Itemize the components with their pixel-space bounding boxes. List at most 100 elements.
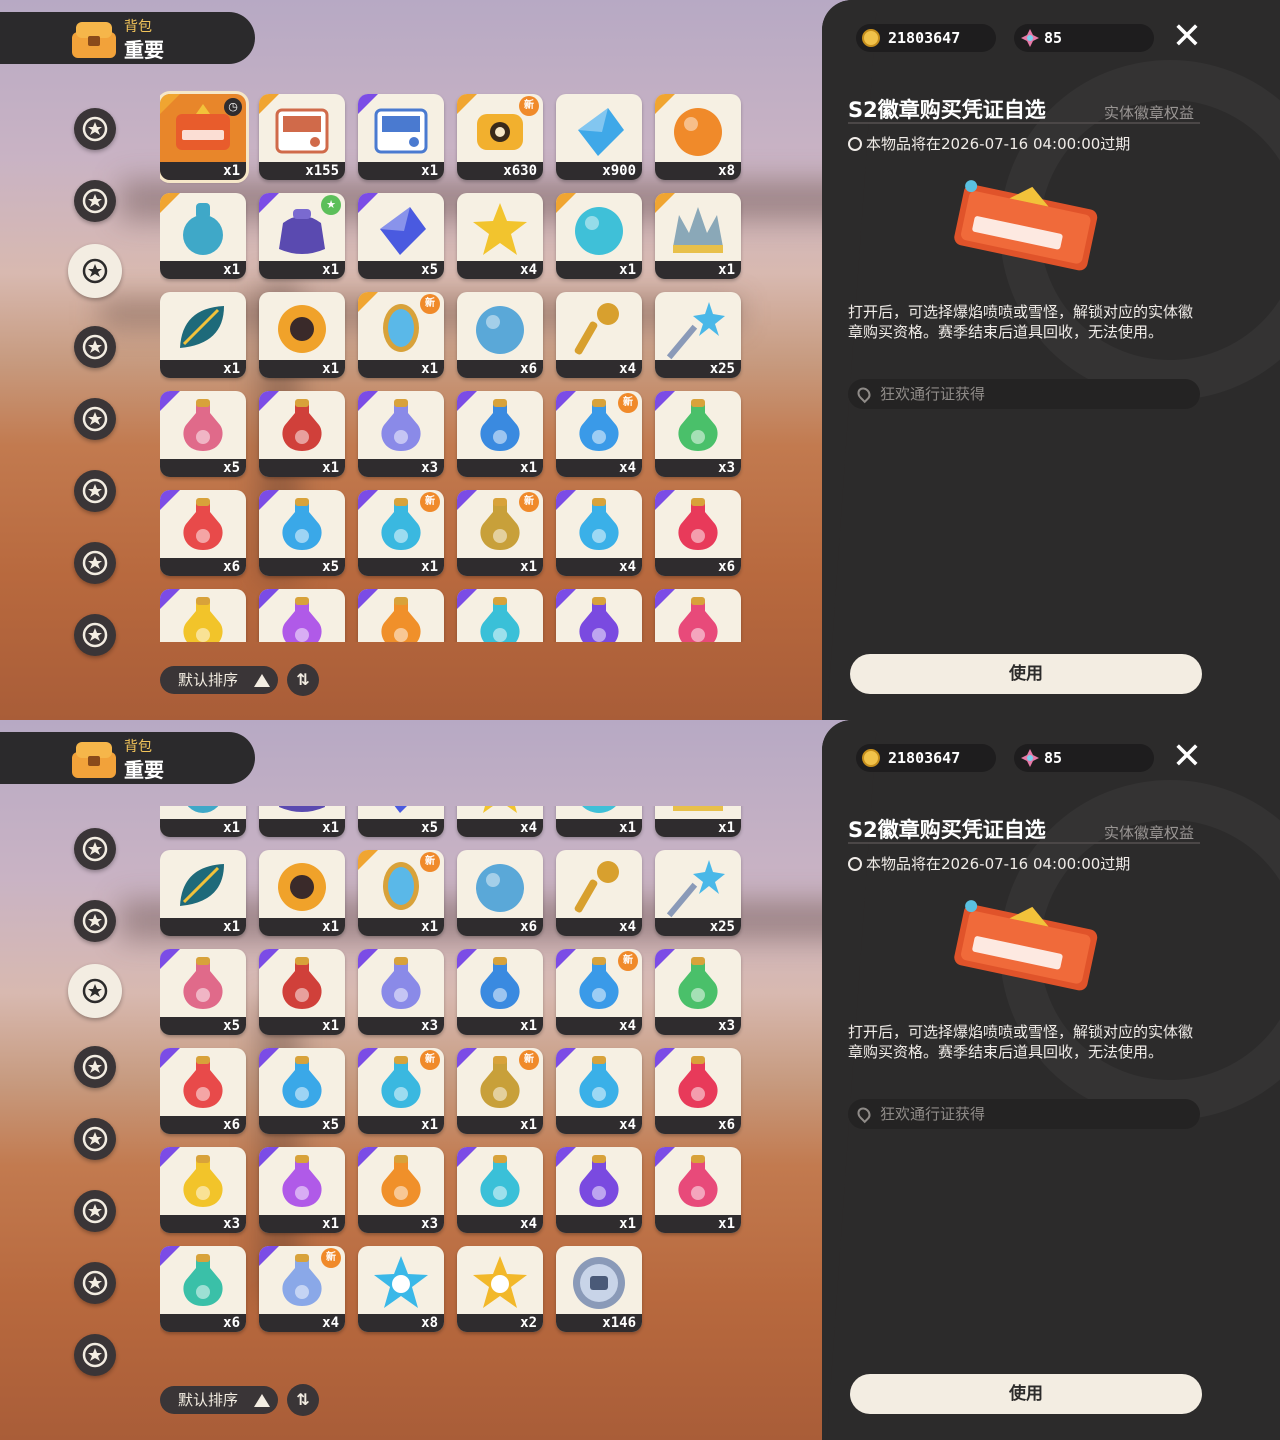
category-tab-acorn[interactable] — [74, 1262, 116, 1304]
item-slot[interactable]: x25 — [655, 850, 741, 936]
category-tab-sofa[interactable] — [74, 614, 116, 656]
item-slot[interactable]: x4 — [556, 490, 642, 576]
item-slot[interactable]: x3 — [358, 589, 444, 642]
item-slot[interactable]: x1 — [259, 850, 345, 936]
item-slot[interactable]: 新 x1 — [358, 850, 444, 936]
item-slot[interactable]: x1 — [160, 850, 246, 936]
item-slot[interactable]: x5 — [358, 806, 444, 837]
item-slot[interactable]: x155 — [259, 94, 345, 180]
item-slot[interactable]: x1 — [655, 1147, 741, 1233]
item-slot[interactable]: x5 — [358, 193, 444, 279]
item-slot[interactable]: 新 x1 — [358, 490, 444, 576]
item-slot[interactable]: x6 — [655, 490, 741, 576]
sort-dropdown[interactable]: 默认排序 — [160, 666, 278, 694]
potion-icon — [579, 1155, 619, 1207]
category-tab-star-badge[interactable] — [74, 108, 116, 150]
category-tab-dots-ball[interactable] — [74, 470, 116, 512]
category-tab-clover[interactable] — [74, 326, 116, 368]
item-slot[interactable]: 新 x1 — [358, 292, 444, 378]
item-slot[interactable]: x1 — [358, 94, 444, 180]
item-slot[interactable]: x6 — [160, 1048, 246, 1134]
item-slot[interactable]: 新 x630 — [457, 94, 543, 180]
item-slot[interactable]: x3 — [358, 1147, 444, 1233]
vase-icon — [183, 203, 223, 255]
item-slot[interactable]: 新 x4 — [556, 391, 642, 477]
item-slot[interactable]: 新 x1 — [457, 1048, 543, 1134]
item-slot[interactable]: x5 — [259, 490, 345, 576]
item-slot[interactable]: x1 — [556, 589, 642, 642]
item-slot[interactable]: x1 — [655, 589, 741, 642]
item-slot[interactable]: ★x1 — [259, 193, 345, 279]
item-slot[interactable]: x4 — [556, 850, 642, 936]
item-slot[interactable]: x4 — [457, 1147, 543, 1233]
item-slot[interactable]: ★x1 — [259, 806, 345, 837]
item-slot[interactable]: x1 — [259, 1147, 345, 1233]
item-slot[interactable]: x6 — [457, 292, 543, 378]
item-slot[interactable]: x8 — [655, 94, 741, 180]
item-slot[interactable]: x1 — [655, 193, 741, 279]
item-slot[interactable]: x3 — [160, 589, 246, 642]
item-slot[interactable]: x900 — [556, 94, 642, 180]
item-slot[interactable]: x8 — [358, 1246, 444, 1332]
item-source[interactable]: 狂欢通行证获得 — [848, 1099, 1200, 1129]
item-slot[interactable]: x3 — [160, 1147, 246, 1233]
item-slot[interactable]: x1 — [160, 806, 246, 837]
item-slot[interactable]: 新 x1 — [358, 1048, 444, 1134]
item-slot[interactable]: x6 — [160, 1246, 246, 1332]
category-tab-clover[interactable] — [74, 1046, 116, 1088]
item-slot[interactable]: x6 — [457, 850, 543, 936]
category-tab-spiky-star[interactable] — [68, 244, 122, 298]
item-slot[interactable]: x3 — [655, 391, 741, 477]
item-slot[interactable]: x2 — [457, 1246, 543, 1332]
item-slot[interactable]: x5 — [259, 1048, 345, 1134]
item-slot[interactable]: 新 x4 — [259, 1246, 345, 1332]
close-button[interactable]: ✕ — [1170, 739, 1204, 775]
category-tab-leaf[interactable] — [74, 180, 116, 222]
sort-order-button[interactable]: ⇅ — [287, 664, 319, 696]
item-slot[interactable]: x4 — [556, 1048, 642, 1134]
item-slot[interactable]: x146 — [556, 1246, 642, 1332]
item-slot[interactable]: 新 x4 — [556, 949, 642, 1035]
category-tab-spiky-star[interactable] — [68, 964, 122, 1018]
item-slot[interactable]: x1 — [556, 806, 642, 837]
item-slot[interactable]: ◷ x1 — [160, 91, 249, 183]
item-slot[interactable]: x4 — [457, 806, 543, 837]
category-tab-ribbon-scroll[interactable] — [74, 1118, 116, 1160]
item-slot[interactable]: x6 — [655, 1048, 741, 1134]
item-slot[interactable]: x3 — [358, 949, 444, 1035]
category-tab-sofa[interactable] — [74, 1334, 116, 1376]
category-tab-ribbon-scroll[interactable] — [74, 398, 116, 440]
item-slot[interactable]: x4 — [556, 292, 642, 378]
item-slot[interactable]: x1 — [160, 193, 246, 279]
item-slot[interactable]: x1 — [556, 1147, 642, 1233]
item-slot[interactable]: x4 — [457, 193, 543, 279]
close-button[interactable]: ✕ — [1170, 19, 1204, 55]
item-slot[interactable]: x1 — [556, 193, 642, 279]
item-slot[interactable]: x1 — [259, 589, 345, 642]
item-slot[interactable]: x4 — [457, 589, 543, 642]
item-slot[interactable]: x1 — [160, 292, 246, 378]
item-slot[interactable]: x5 — [160, 391, 246, 477]
item-slot[interactable]: x1 — [457, 949, 543, 1035]
category-tab-acorn[interactable] — [74, 542, 116, 584]
item-quantity: x6 — [160, 1116, 246, 1134]
item-slot[interactable]: x5 — [160, 949, 246, 1035]
category-tab-dots-ball[interactable] — [74, 1190, 116, 1232]
use-button[interactable]: 使用 — [850, 654, 1202, 694]
sort-order-button[interactable]: ⇅ — [287, 1384, 319, 1416]
item-slot[interactable]: x3 — [655, 949, 741, 1035]
item-source[interactable]: 狂欢通行证获得 — [848, 379, 1200, 409]
item-slot[interactable]: x25 — [655, 292, 741, 378]
item-slot[interactable]: x1 — [259, 391, 345, 477]
item-slot[interactable]: x1 — [655, 806, 741, 837]
item-slot[interactable]: x1 — [457, 391, 543, 477]
item-slot[interactable]: x1 — [259, 292, 345, 378]
sort-dropdown[interactable]: 默认排序 — [160, 1386, 278, 1414]
item-slot[interactable]: x6 — [160, 490, 246, 576]
item-slot[interactable]: x3 — [358, 391, 444, 477]
category-tab-leaf[interactable] — [74, 900, 116, 942]
category-tab-star-badge[interactable] — [74, 828, 116, 870]
item-slot[interactable]: 新 x1 — [457, 490, 543, 576]
item-slot[interactable]: x1 — [259, 949, 345, 1035]
use-button[interactable]: 使用 — [850, 1374, 1202, 1414]
